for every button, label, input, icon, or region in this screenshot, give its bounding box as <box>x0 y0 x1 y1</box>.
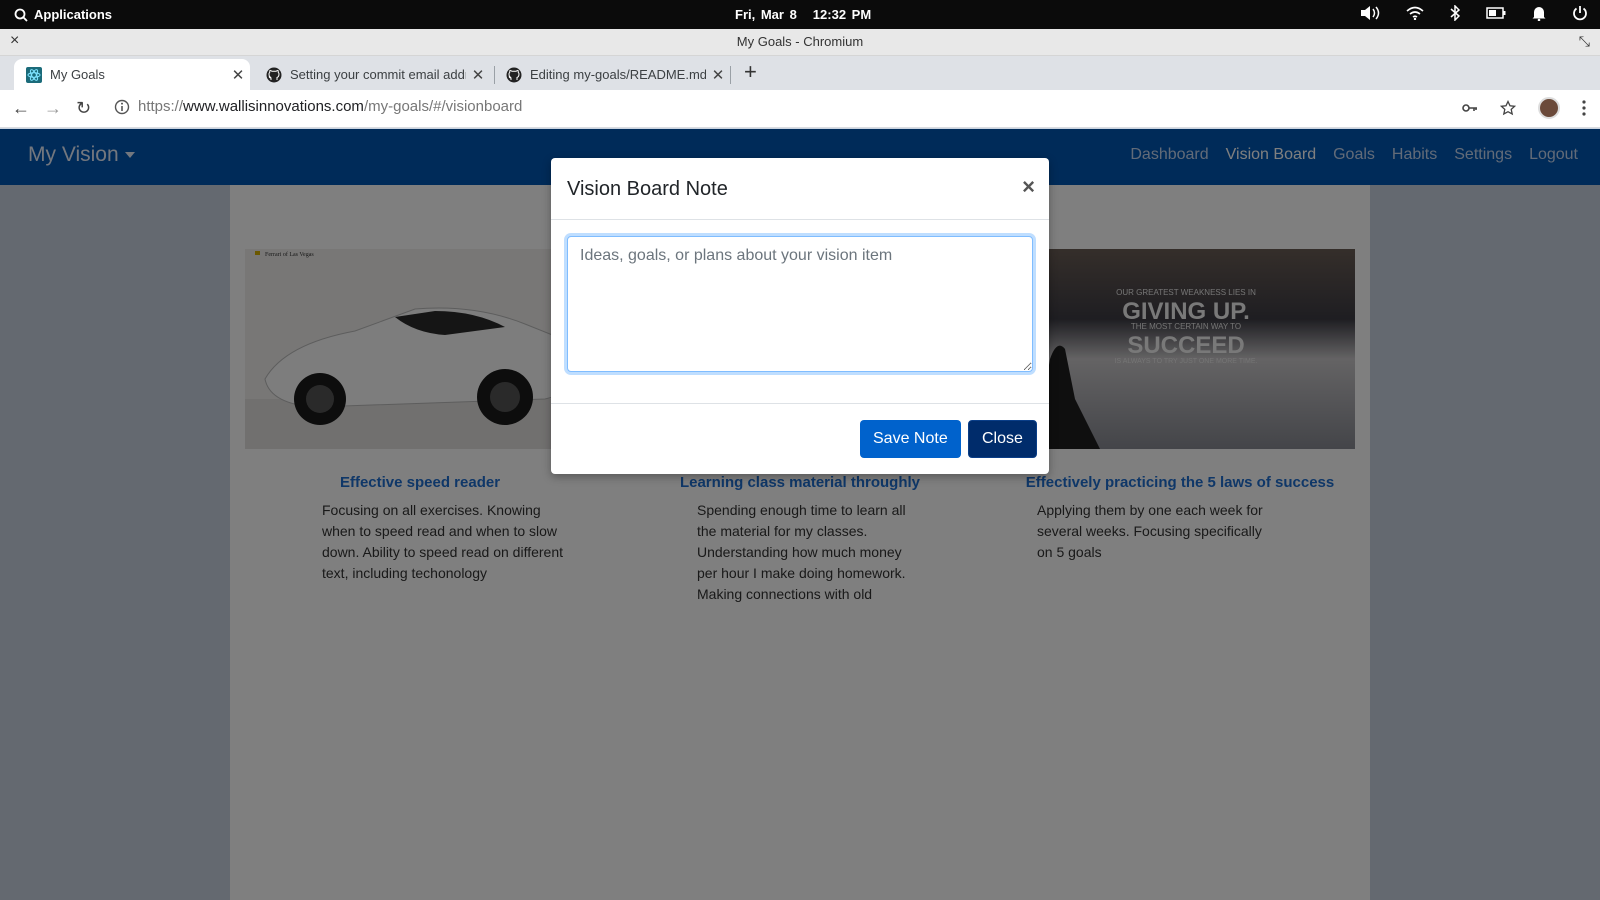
github-icon <box>506 67 522 82</box>
vision-board-note-modal: Vision Board Note × Save Note Close <box>551 158 1049 474</box>
reload-icon[interactable]: ↻ <box>76 98 91 119</box>
system-top-bar: Applications Fri, Mar 8 12:32 PM <box>0 0 1600 29</box>
site-info-icon[interactable] <box>114 99 130 115</box>
key-icon[interactable] <box>1462 102 1478 114</box>
power-icon[interactable] <box>1572 5 1588 21</box>
address-bar: ← → ↻ https://www.wallisinnovations.com/… <box>0 90 1600 128</box>
modal-footer: Save Note Close <box>551 403 1049 474</box>
clock[interactable]: Fri, Mar 8 12:32 PM <box>735 7 871 22</box>
back-arrow-icon[interactable]: ← <box>12 98 30 119</box>
modal-body <box>551 220 1049 400</box>
volume-icon[interactable] <box>1360 5 1380 21</box>
tab-close-icon[interactable]: ✕ <box>226 66 250 84</box>
window-title: My Goals - Chromium <box>736 34 864 49</box>
save-note-button[interactable]: Save Note <box>860 420 961 458</box>
bluetooth-icon[interactable] <box>1450 5 1460 21</box>
url-field[interactable]: https://www.wallisinnovations.com/my-goa… <box>114 98 522 115</box>
date-label: Fri, Mar 8 <box>735 7 797 22</box>
window-restore-icon[interactable]: ⤡ <box>1579 33 1590 50</box>
modal-header: Vision Board Note × <box>551 158 1049 220</box>
url-scheme: https:// <box>138 98 184 115</box>
tab-my-goals[interactable]: My Goals ✕ <box>14 59 250 90</box>
modal-close-icon[interactable]: × <box>1022 174 1035 200</box>
notification-bell-icon[interactable] <box>1532 5 1546 21</box>
window-title-bar: × My Goals - Chromium ⤡ <box>0 29 1600 56</box>
tab-title: My Goals <box>50 67 105 82</box>
applications-label: Applications <box>34 7 113 22</box>
applications-menu[interactable]: Applications <box>14 7 112 22</box>
note-textarea[interactable] <box>567 236 1033 372</box>
github-icon <box>266 67 282 82</box>
tab-editing-readme[interactable]: Editing my-goals/README.md a ✕ <box>494 59 730 90</box>
tab-separator <box>730 66 731 84</box>
system-tray <box>1360 5 1588 21</box>
wifi-icon[interactable] <box>1406 6 1424 20</box>
battery-icon[interactable] <box>1486 7 1506 19</box>
tab-close-icon[interactable]: ✕ <box>466 66 490 84</box>
tab-setting-commit-email[interactable]: Setting your commit email addr ✕ <box>254 59 490 90</box>
tab-strip: My Goals ✕ Setting your commit email add… <box>0 56 1600 90</box>
menu-dots-icon[interactable] <box>1582 100 1586 116</box>
new-tab-button[interactable]: + <box>744 60 757 84</box>
modal-title: Vision Board Note <box>567 178 728 200</box>
bookmark-star-icon[interactable] <box>1500 100 1516 116</box>
url-path: /my-goals/#/visionboard <box>363 98 523 115</box>
profile-avatar[interactable] <box>1538 97 1560 119</box>
url-domain: www.wallisinnovations.com <box>183 98 364 115</box>
forward-arrow-icon[interactable]: → <box>44 98 62 119</box>
tab-title: Editing my-goals/README.md a <box>530 67 706 82</box>
react-icon <box>26 66 42 83</box>
tab-close-icon[interactable]: ✕ <box>706 66 730 84</box>
time-label: 12:32 PM <box>812 7 872 22</box>
search-icon <box>14 8 28 22</box>
close-button[interactable]: Close <box>968 420 1037 458</box>
tab-title: Setting your commit email addr <box>290 67 466 82</box>
address-bar-actions <box>1462 97 1586 119</box>
